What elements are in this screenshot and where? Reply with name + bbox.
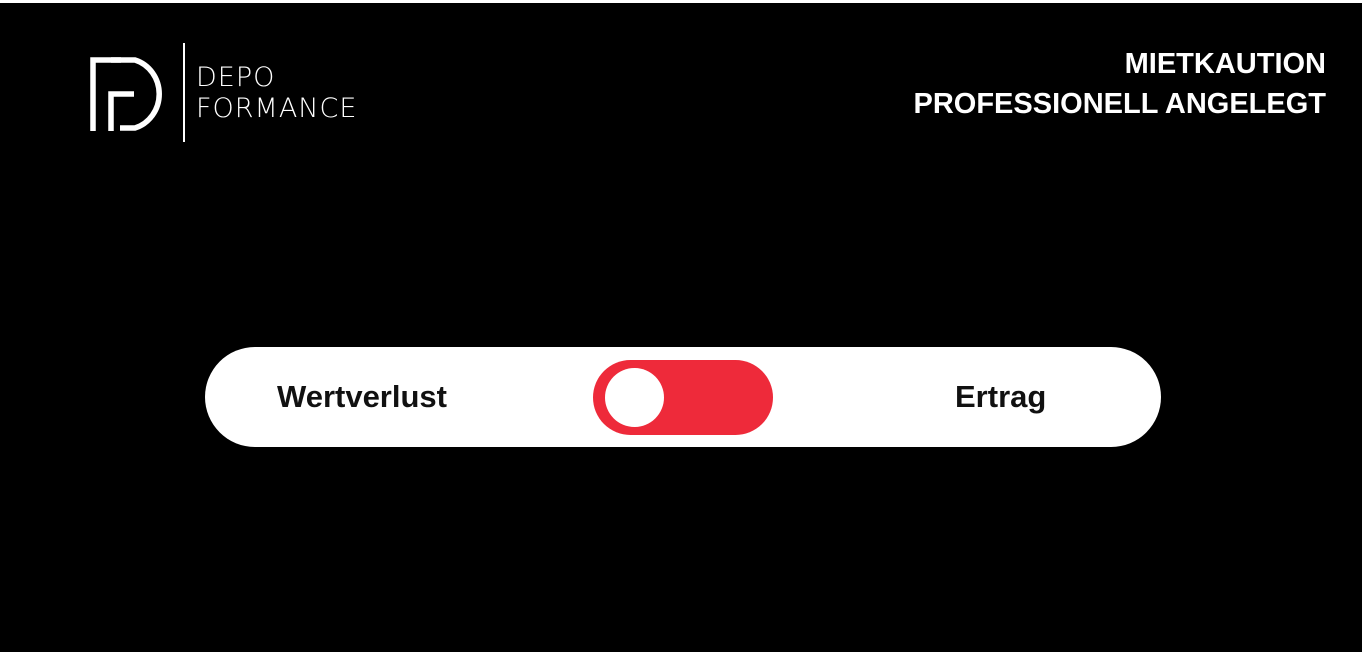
comparison-toggle: Wertverlust Ertrag <box>205 347 1161 447</box>
df-monogram-icon <box>90 57 162 131</box>
brand-line-1: DEPO <box>196 62 276 93</box>
hero-section: DEPO FORMANCE MIETKAUTION PROFESSIONELL … <box>0 3 1362 652</box>
option-label-ertrag[interactable]: Ertrag <box>955 378 1046 416</box>
tagline: MIETKAUTION PROFESSIONELL ANGELEGT <box>914 44 1327 124</box>
brand-line-2: FORMANCE <box>196 93 358 124</box>
logo-divider <box>183 43 185 142</box>
option-label-wertverlust[interactable]: Wertverlust <box>277 378 447 416</box>
tagline-line-1: MIETKAUTION <box>1124 48 1326 80</box>
toggle-knob[interactable] <box>605 368 664 427</box>
tagline-line-2: PROFESSIONELL ANGELEGT <box>913 88 1327 120</box>
brand-logo[interactable]: DEPO FORMANCE <box>90 43 400 145</box>
toggle-switch[interactable] <box>593 360 773 435</box>
brand-wordmark: DEPO FORMANCE <box>196 62 357 124</box>
